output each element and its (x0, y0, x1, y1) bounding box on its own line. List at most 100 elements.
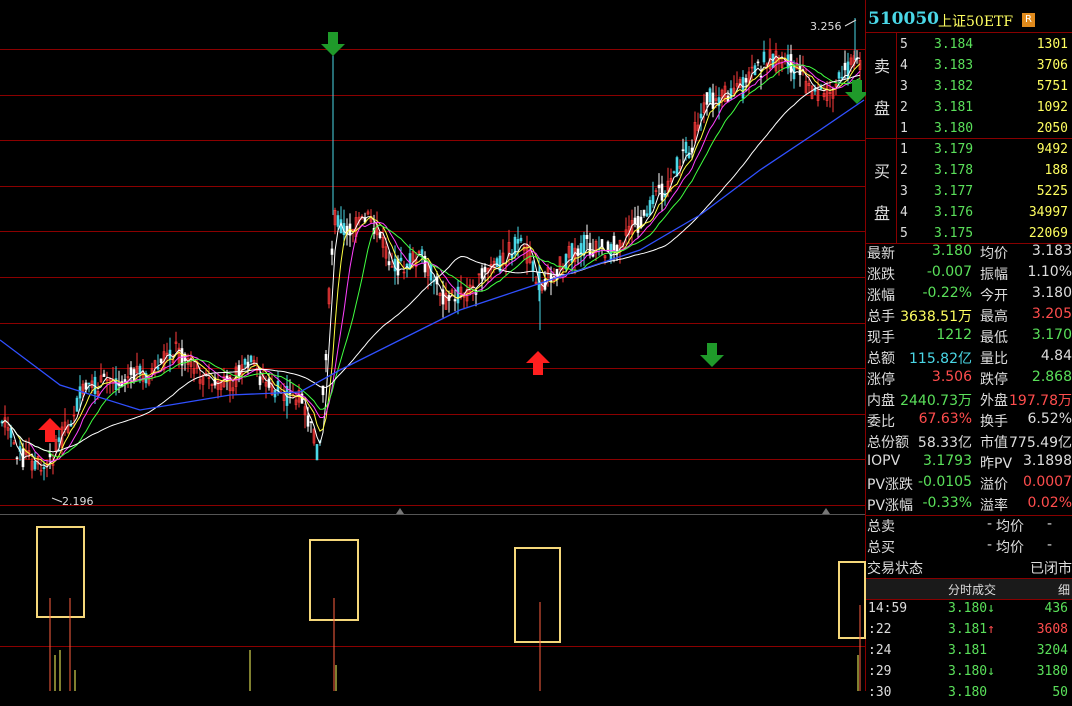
orderbook-row[interactable]: 2 3.178 188 (900, 163, 1072, 184)
candle-body (585, 235, 589, 240)
trade-row[interactable]: :29 3.180↓ 3180 (866, 664, 1072, 685)
trade-row[interactable]: :24 3.181 3204 (866, 643, 1072, 664)
candle-body (87, 382, 91, 385)
candle-body (330, 248, 334, 255)
trade-time: :24 (868, 643, 892, 658)
buy-orderbook: 买 盘 1 3.179 9492 2 3.178 188 3 3.177 5225 4 3.176 3… (866, 138, 1072, 244)
trades-detail-tab[interactable]: 细 (1058, 581, 1070, 598)
order-level: 1 (900, 121, 908, 136)
candle-body (516, 239, 520, 244)
info-label: 涨幅 (867, 288, 895, 304)
candle-body (258, 376, 262, 386)
trade-price: 3.180↓ (948, 664, 995, 679)
sell-side-label: 卖 盘 (866, 33, 897, 138)
quote-info-row: 总手 3638.51万 最高 3.205 (866, 306, 1072, 327)
order-level: 4 (900, 205, 908, 220)
order-level: 2 (900, 163, 908, 178)
order-price: 3.184 (934, 37, 974, 52)
candle-body (249, 355, 253, 363)
order-price: 3.177 (934, 184, 974, 199)
info-value: 3.1793 (923, 453, 972, 469)
candle-body (420, 249, 424, 255)
r-badge[interactable]: R (1022, 13, 1035, 27)
trade-direction-icon: ↑ (987, 622, 995, 637)
trade-row[interactable]: 14:59 3.180↓ 436 (866, 601, 1072, 622)
info-label: 内盘 (867, 393, 895, 409)
trade-row[interactable]: :22 3.181↑ 3608 (866, 622, 1072, 643)
candle-body (159, 358, 163, 363)
trade-row[interactable]: :30 3.180 50 (866, 685, 1072, 706)
high-price-pointer (844, 19, 857, 27)
quote-info-row: 现手 1212 最低 3.170 (866, 327, 1072, 348)
info-value: 3.180 (931, 243, 972, 259)
orderbook-row[interactable]: 2 3.181 1092 (900, 100, 1072, 121)
candle-body (672, 171, 676, 173)
info-label: 量比 (980, 351, 1008, 367)
order-volume: 9492 (1036, 142, 1068, 157)
candle-body (741, 77, 745, 99)
candle-body (102, 373, 106, 377)
candle-body (483, 266, 487, 273)
signal-box (838, 561, 866, 639)
candle-body (309, 421, 313, 423)
info-label: 溢率 (980, 498, 1008, 514)
orderbook-row[interactable]: 3 3.177 5225 (900, 184, 1072, 205)
order-level: 1 (900, 142, 908, 157)
orderbook-row[interactable]: 4 3.183 3706 (900, 58, 1072, 79)
info-value: 775.49亿 (1009, 435, 1072, 451)
ma30-line (1, 64, 861, 458)
order-price: 3.181 (934, 100, 974, 115)
trade-volume: 3180 (1036, 664, 1068, 679)
avg-value: - (1046, 537, 1052, 553)
order-level: 2 (900, 100, 908, 115)
info-label: 均价 (980, 246, 1008, 262)
candle-body (699, 113, 703, 119)
info-value: 1.10% (1027, 264, 1072, 280)
candle-body (456, 286, 460, 304)
candle-body (588, 242, 592, 256)
info-label: 委比 (867, 414, 895, 430)
ma5-line (1, 55, 861, 468)
candle-body (324, 353, 328, 361)
ma10-line (1, 57, 861, 466)
sell-signal-arrow-icon (321, 32, 345, 56)
order-volume: 5225 (1036, 184, 1068, 199)
security-name: 上证50ETF (938, 14, 1014, 30)
candle-body (564, 253, 568, 270)
candle-body (756, 61, 760, 64)
orderbook-row[interactable]: 1 3.179 9492 (900, 142, 1072, 163)
quote-info-row: 总份额 58.33亿 市值 775.49亿 (866, 432, 1072, 453)
info-value: 3.506 (931, 369, 972, 385)
kline-chart[interactable]: 3.256 2.196 (0, 0, 866, 691)
trades-title[interactable]: 分时成交 (948, 581, 996, 598)
candle-body (759, 75, 763, 78)
order-price: 3.178 (934, 163, 974, 178)
orderbook-row[interactable]: 4 3.176 34997 (900, 205, 1072, 226)
trade-time: 14:59 (868, 601, 908, 616)
order-level: 3 (900, 184, 908, 199)
info-value: 2440.73万 (900, 393, 972, 409)
orderbook-row[interactable]: 5 3.184 1301 (900, 37, 1072, 58)
orderbook-row[interactable]: 3 3.182 5751 (900, 79, 1072, 100)
candle-body (75, 397, 79, 412)
order-price: 3.182 (934, 79, 974, 94)
info-value: 3.183 (1031, 243, 1072, 259)
info-value: 1212 (936, 327, 972, 343)
order-volume: 22069 (1028, 226, 1068, 241)
candle-body (531, 261, 535, 272)
trade-price: 3.180↓ (948, 601, 995, 616)
info-value: -0.007 (926, 264, 972, 280)
avg-value: - (1046, 516, 1052, 532)
total-label: 总买 (867, 540, 895, 556)
avg-label: 均价 (996, 540, 1024, 556)
info-value: 3.180 (1031, 285, 1072, 301)
order-price: 3.176 (934, 205, 974, 220)
quote-info-row: 委比 67.63% 换手 6.52% (866, 411, 1072, 432)
scroll-marker-icon (822, 508, 830, 514)
trade-volume: 436 (1044, 601, 1068, 616)
sell-signal-arrow-icon (700, 343, 724, 367)
candle-body (84, 382, 88, 390)
order-price: 3.175 (934, 226, 974, 241)
info-label: 最高 (980, 309, 1008, 325)
trade-direction-icon: ↓ (987, 601, 995, 616)
